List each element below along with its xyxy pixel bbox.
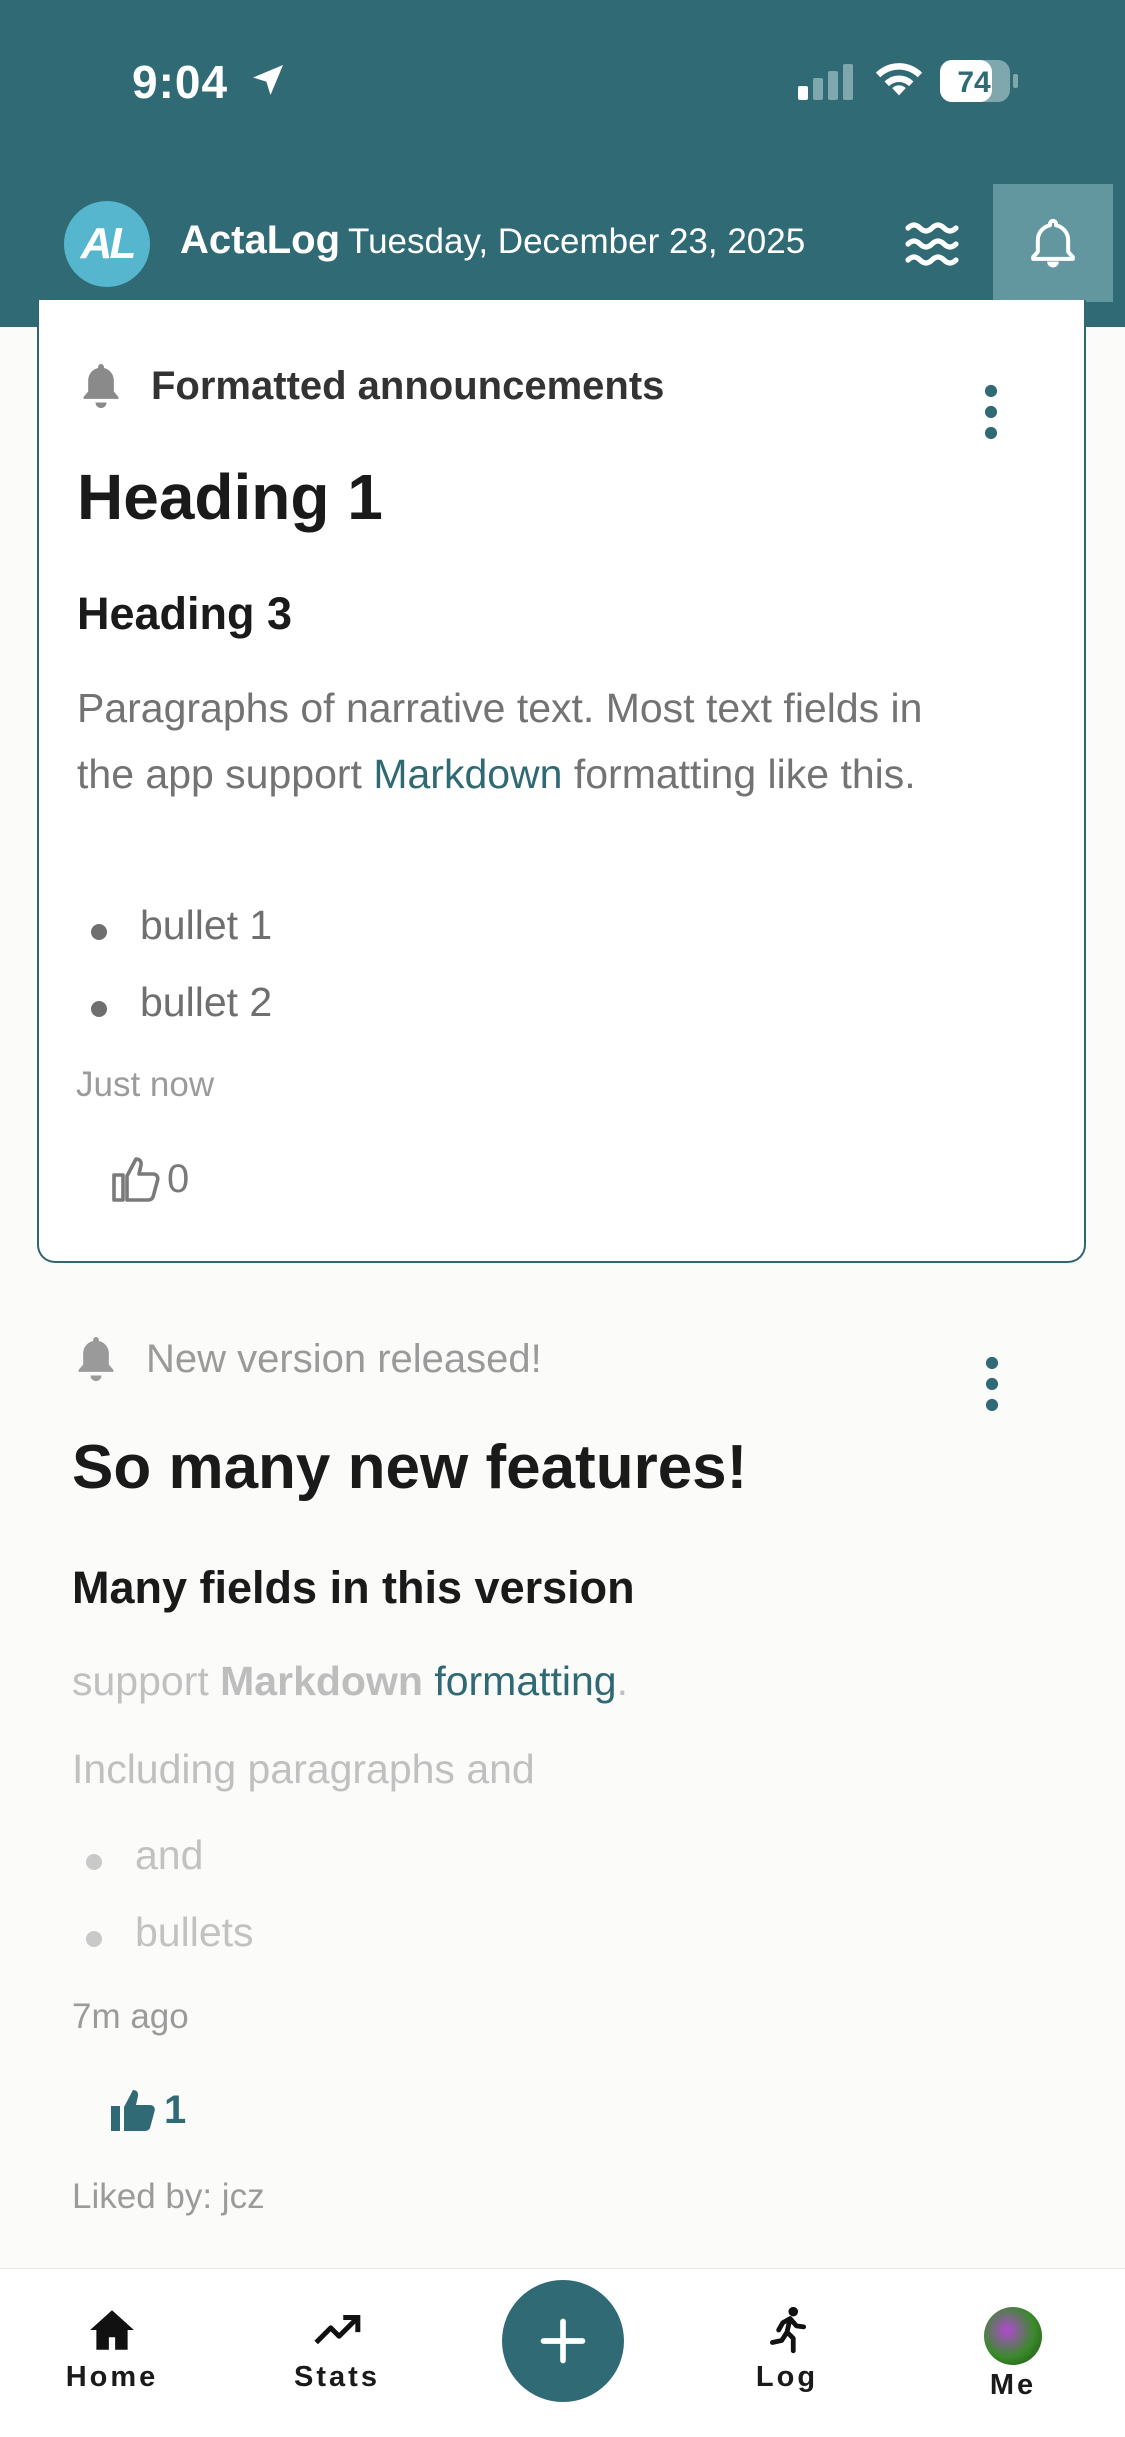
wifi-icon <box>875 63 923 96</box>
app-name: ActaLog <box>180 218 340 262</box>
nav-home[interactable]: Home <box>42 2305 182 2394</box>
announcement-card: Formatted announcements Heading 1 Headin… <box>37 300 1086 1263</box>
more-options-icon[interactable] <box>980 1356 1004 1412</box>
timestamp: Just now <box>76 1065 215 1104</box>
bell-icon <box>1031 218 1075 268</box>
like-button[interactable]: 1 <box>108 2085 186 2135</box>
liked-by: Liked by: jcz <box>72 2177 265 2216</box>
more-options-icon[interactable] <box>979 384 1003 440</box>
heading-1: Heading 1 <box>77 461 383 533</box>
notifications-button[interactable] <box>993 184 1113 302</box>
trending-up-icon <box>314 2315 361 2345</box>
add-button[interactable] <box>502 2280 624 2402</box>
formatting-link[interactable]: formatting <box>434 1658 616 1704</box>
like-button[interactable]: 0 <box>111 1154 189 1204</box>
announcement-title: Formatted announcements <box>151 363 665 408</box>
plus-icon <box>540 2318 586 2364</box>
paragraph-text: support <box>72 1658 221 1704</box>
location-arrow-icon <box>253 65 283 95</box>
running-icon <box>770 2306 807 2354</box>
waves-menu-icon[interactable] <box>904 218 960 270</box>
app-logo[interactable]: AL <box>64 201 150 287</box>
announcement-header: Formatted announcements <box>79 362 664 410</box>
nav-label: Home <box>65 2361 159 2393</box>
bullet-list: and bullets <box>72 1832 254 1986</box>
paragraph: support Markdown formatting. <box>72 1648 972 1714</box>
heading-1: So many new features! <box>72 1433 748 1502</box>
bell-icon <box>78 1337 114 1381</box>
list-item: bullet 2 <box>77 979 272 1056</box>
bell-icon <box>83 364 119 408</box>
avatar <box>984 2307 1042 2365</box>
nav-label: Stats <box>294 2361 380 2393</box>
list-item: bullet 1 <box>77 902 272 979</box>
bold-text: Markdown <box>220 1658 423 1704</box>
battery-level: 74 <box>957 66 991 99</box>
heading-3: Heading 3 <box>77 588 293 639</box>
status-time: 9:04 <box>132 56 229 108</box>
nav-log[interactable]: Log <box>717 2305 857 2394</box>
markdown-link[interactable]: Markdown <box>373 751 562 797</box>
nav-label: Log <box>755 2361 819 2393</box>
home-icon <box>90 2310 134 2350</box>
signal-icon <box>798 64 853 100</box>
list-item: and <box>72 1832 254 1909</box>
heading-3: Many fields in this version <box>72 1562 635 1613</box>
announcement-header: New version released! <box>74 1335 542 1383</box>
timestamp: 7m ago <box>72 1997 189 2036</box>
battery-icon: 74 <box>940 60 1020 102</box>
thumbs-up-filled-icon <box>111 2090 155 2131</box>
top-bar: 9:04 74 AL ActaLog Tuesday, December 23,… <box>0 0 1125 327</box>
announcement-title: New version released! <box>146 1336 542 1381</box>
thumbs-up-outline-icon <box>112 1157 160 1202</box>
paragraph-text-end: . <box>616 1658 629 1704</box>
paragraph: Paragraphs of narrative text. Most text … <box>77 675 937 807</box>
paragraph-text-end: formatting like this. <box>562 751 916 797</box>
nav-me[interactable]: Me <box>943 2307 1083 2402</box>
nav-label: Me <box>989 2369 1037 2401</box>
like-count: 1 <box>164 2087 187 2132</box>
nav-stats[interactable]: Stats <box>267 2305 407 2394</box>
paragraph-line: Including paragraphs and <box>72 1746 535 1792</box>
bullet-list: bullet 1 bullet 2 <box>77 902 272 1056</box>
header-date: Tuesday, December 23, 2025 <box>348 222 806 261</box>
like-count: 0 <box>167 1156 190 1201</box>
list-item: bullets <box>72 1909 254 1986</box>
